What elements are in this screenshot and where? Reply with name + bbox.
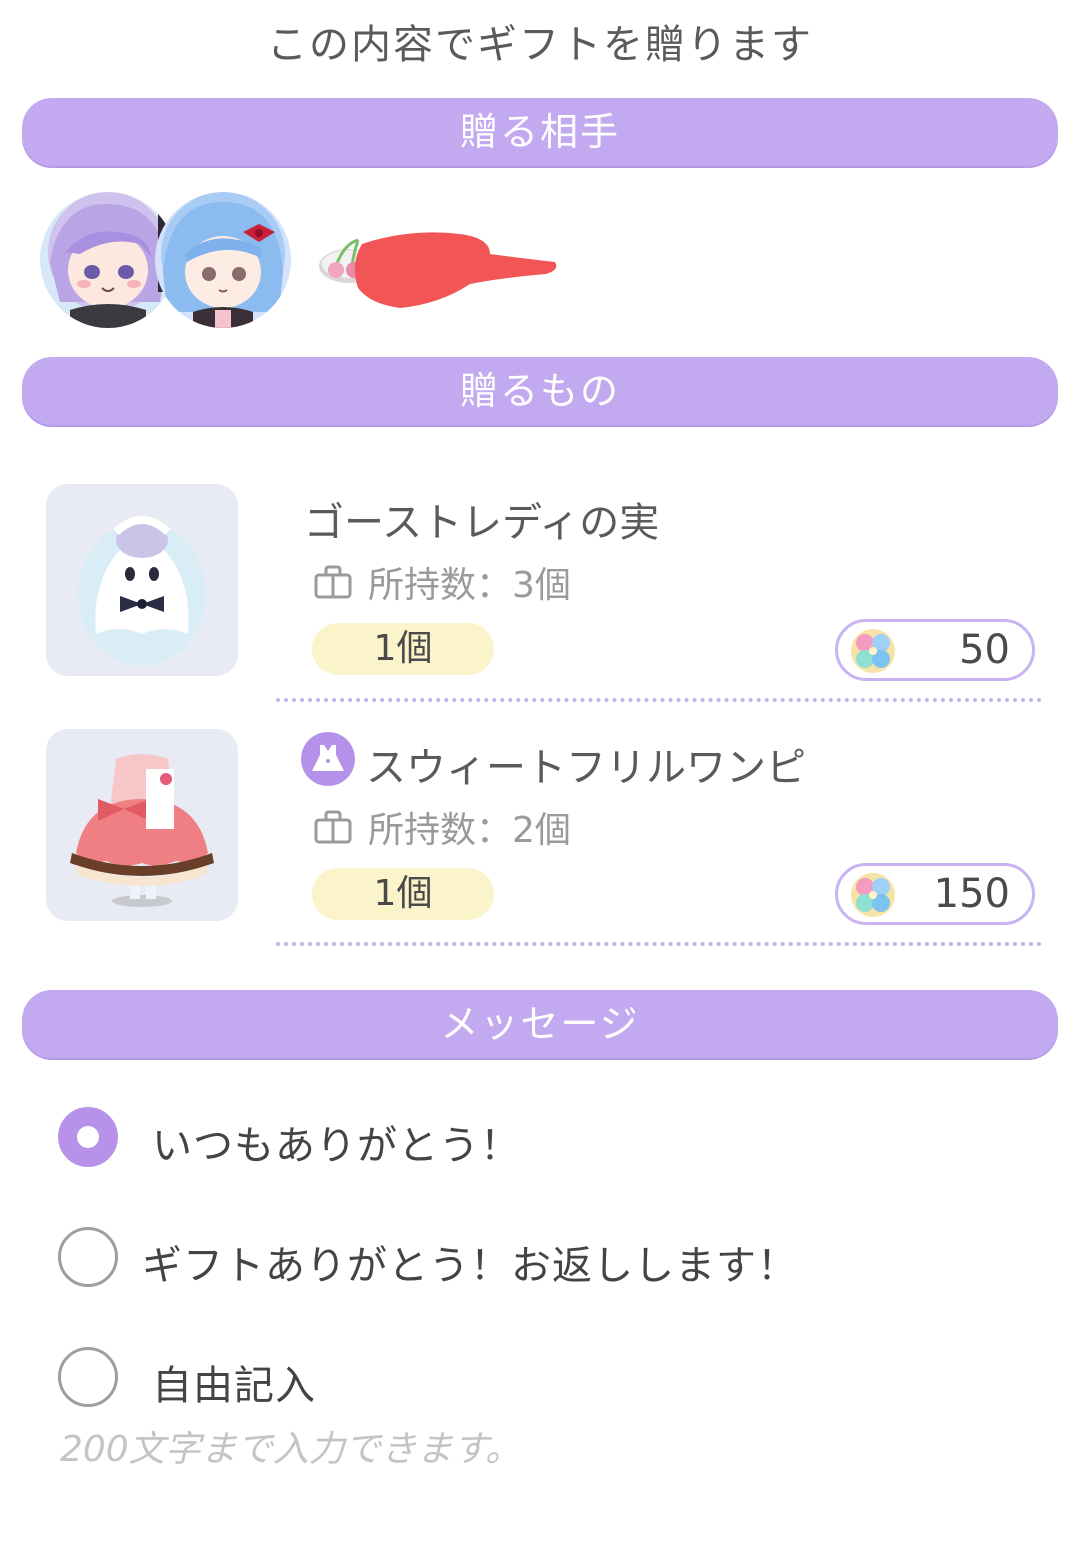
dress-icon	[301, 732, 355, 786]
radio-empty-icon[interactable]	[58, 1227, 118, 1287]
gift-item-owned-count: 所持数：2個	[314, 801, 571, 853]
item-divider	[276, 698, 1042, 702]
message-option-label[interactable]: いつもありがとう！	[152, 1113, 521, 1171]
clover-gem-icon	[851, 873, 895, 917]
gift-section-header: 贈るもの	[22, 357, 1058, 425]
radio-empty-icon[interactable]	[58, 1347, 118, 1407]
gift-item-owned-count: 所持数：3個	[314, 556, 571, 608]
gift-item-name: スウィートフリルワンピ	[366, 745, 806, 791]
gift-item-thumbnail	[46, 729, 238, 921]
redaction-mark	[354, 232, 557, 308]
price-value: 150	[933, 871, 1010, 917]
avatar-user-2[interactable]	[155, 192, 291, 328]
gift-item-name: ゴーストレディの実	[304, 500, 660, 546]
free-message-input[interactable]	[60, 1424, 960, 1474]
ghost-lady-fruit-icon	[46, 484, 238, 676]
owned-count-text: 所持数：2個	[368, 810, 571, 851]
bag-icon	[314, 810, 352, 844]
page-title: この内容でギフトを贈ります	[267, 22, 813, 68]
item-divider	[276, 942, 1042, 946]
price-pill: 50	[835, 619, 1035, 681]
message-option-label[interactable]: ギフトありがとう！お返しします！	[142, 1233, 798, 1291]
clover-gem-icon	[851, 629, 895, 673]
message-option-label[interactable]: 自由記入	[152, 1353, 316, 1411]
owned-count-text: 所持数：3個	[368, 565, 571, 606]
bag-icon	[314, 565, 352, 599]
price-value: 50	[959, 627, 1010, 673]
avatar-blue-hair-icon	[155, 192, 291, 328]
sweet-frill-dress-icon	[46, 729, 238, 921]
quantity-badge[interactable]: 1個	[312, 623, 494, 675]
radio-selected-icon[interactable]	[58, 1107, 118, 1167]
message-section-header: メッセージ	[22, 990, 1058, 1058]
quantity-badge[interactable]: 1個	[312, 868, 494, 920]
price-pill: 150	[835, 863, 1035, 925]
recipient-section-header: 贈る相手	[22, 98, 1058, 166]
gift-item-thumbnail	[46, 484, 238, 676]
